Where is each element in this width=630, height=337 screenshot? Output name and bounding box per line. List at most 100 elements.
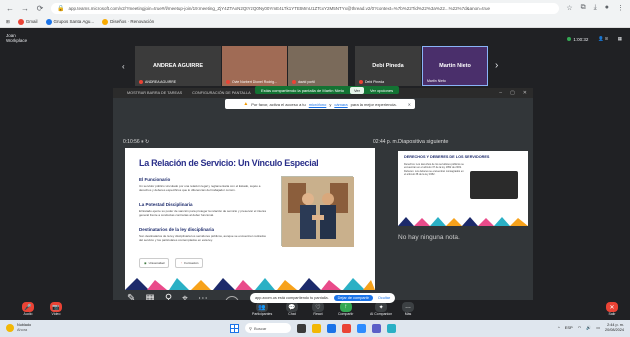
audio-button[interactable]: 🎤 Audio [22,302,34,316]
meeting-title: Joan Workplace [6,33,28,43]
react-button[interactable]: ♡ React [312,302,324,316]
ai-companion-button[interactable]: ✦ AI Companion [370,302,392,316]
edge-icon[interactable] [327,323,336,333]
heart-icon: ♡ [312,302,324,312]
profile-icon[interactable]: ● [605,4,609,12]
bookmark-item[interactable]: Grupos Santa Agu... [45,18,94,25]
leave-icon: ✕ [606,302,618,312]
volume-icon[interactable]: 🔊 [586,325,591,330]
participant-strip: ‹ ANDREA AGUIRRE ANDREA AGUIRRE Ovie Nor… [0,46,630,86]
wifi-icon[interactable]: ◠ [578,325,582,330]
download-icon[interactable]: ⤓ [594,4,597,12]
more-button[interactable]: … Más [402,302,414,316]
leave-button[interactable]: ✕ Salir [606,302,618,316]
sparkle-icon: ✦ [375,302,388,312]
store-icon[interactable] [387,323,396,333]
chat-button[interactable]: 💬 Chat [286,302,298,316]
camera-icon: 📷 [50,302,62,312]
meeting-status: 1:00:32 👤 8 ▦ [567,36,622,42]
presenter-menu-item[interactable]: CONFIGURACIÓN DE PANTALLA [192,91,251,95]
taskbar-clock[interactable]: 2:44 p. m. 20/08/2024 [605,323,624,332]
windows-start-icon[interactable] [230,323,239,333]
share-icon: ↑ [339,302,352,312]
video-button[interactable]: 📷 Video [50,302,62,316]
back-icon[interactable]: ← [6,4,14,13]
no-notes-text: No hay ninguna nota. [398,234,460,241]
presenter-menu-item[interactable]: MOSTRAR BARRA DE TAREAS [127,91,182,95]
tray-chevron-icon[interactable]: ^ [558,325,560,330]
apps-icon[interactable]: ⊞ [6,19,10,25]
meeting-window: Joan Workplace 1:00:32 👤 8 ▦ ‹ ANDREA AG… [0,28,630,325]
bookmark-item[interactable]: Diseños · Renovación [102,18,154,25]
permission-notice: ▲ Por favor, activa el acceso a tu micró… [225,99,415,109]
battery-icon[interactable]: ▭ [596,325,600,330]
reload-icon[interactable]: ⟳ [36,4,44,13]
participants-button[interactable]: 👥 Participantes [252,302,272,316]
more-icon: … [402,302,414,312]
lang-indicator[interactable]: ESP [565,325,573,330]
extensions-icon[interactable]: ⧉ [581,4,586,12]
participant-tile[interactable]: Ovie Norbert Dionel Rodrig... [222,46,287,86]
grid-icon[interactable]: ▦ [618,36,622,42]
taskbar-search[interactable]: ⚲ Buscar [245,323,291,333]
stop-sharing-button[interactable]: Dejar de compartir [333,295,373,301]
url-bar[interactable]: 🔒 app.teams.microsoft.com/v2/?meetingjoi… [51,2,560,14]
task-view-icon[interactable] [297,323,306,333]
mic-off-icon [292,80,296,84]
slide-body: Son destinatarios de la ley disciplinari… [139,234,266,242]
screen-share-toast: app.zoom.us está compartiendo tu pantall… [250,293,396,303]
strip-next-icon[interactable]: › [495,60,498,71]
mic-off-icon [359,80,363,84]
menu-icon[interactable]: ⋮ [617,4,624,12]
search-icon: ⚲ [249,325,252,331]
address-row: ← → ⟳ 🔒 app.teams.microsoft.com/v2/?meet… [0,0,630,16]
people-count[interactable]: 👤 8 [598,36,607,42]
sun-icon [6,323,14,332]
next-slide-thumbnail[interactable]: DERECHOS Y DEBERES DE LOS SERVIDORES Der… [398,151,528,226]
hide-toast-button[interactable]: Ocultar [378,296,390,300]
slide-logos: ◉ Universidad ◔ Formación [139,258,204,268]
shared-screen: MOSTRAR BARRA DE TAREAS CONFIGURACIÓN DE… [113,88,533,313]
weather-widget[interactable]: Nublado Ahora [6,323,31,332]
slide-illustration [281,176,354,247]
participant-tile[interactable]: Martin Nieto Martin Nieto [422,46,488,86]
participant-tile[interactable]: Debi Pineda Debi Pineda [355,46,421,86]
view-button[interactable]: Ver [349,86,364,94]
star-icon[interactable]: ☆ [566,4,572,12]
mic-icon: 🎤 [22,302,34,312]
microphone-link[interactable]: micrófono [309,102,327,107]
file-explorer-icon[interactable] [312,323,321,333]
browser-actions: ☆ ⧉ ⤓ ● ⋮ [566,4,624,12]
participants-icon: 👥 [256,302,269,312]
maximize-icon[interactable]: ▢ [510,90,515,96]
slide-title: La Relación de Servicio: Un Vínculo Espe… [139,158,319,168]
teams-icon[interactable] [372,323,381,333]
slide-decoration [125,276,375,290]
zoom-app-icon[interactable] [357,323,366,333]
participant-tile[interactable]: ANDREA AGUIRRE ANDREA AGUIRRE [135,46,221,86]
share-button[interactable]: ↑ Compartir [338,302,353,316]
thumb-decoration [398,217,528,226]
formation-logo: ◔ Formación [175,258,204,268]
current-slide: La Relación de Servicio: Un Vínculo Espe… [125,148,375,290]
warning-icon: ▲ [243,101,249,107]
chat-icon: 💬 [286,302,298,312]
close-icon[interactable]: ✕ [523,90,527,96]
bookmarks-bar: ⊞ Gmail Grupos Santa Agu... Diseños · Re… [0,16,630,28]
view-options-button[interactable]: Ver opciones [370,88,393,93]
windows-taskbar: Nublado Ahora ⚲ Buscar ^ ESP ◠ 🔊 ▭ 2:44 p.… [0,320,630,337]
browser-chrome: ← → ⟳ 🔒 app.teams.microsoft.com/v2/?meet… [0,0,630,28]
forward-icon[interactable]: → [21,4,29,13]
presenter-timer: 0:10:56 ⏸ ↻ [123,139,150,145]
camera-link[interactable]: cámara [334,102,347,107]
close-icon[interactable]: ✕ [408,102,411,107]
url-text: app.teams.microsoft.com/v2/?meetingjoin=… [68,5,491,11]
participant-tile[interactable]: david portil [288,46,348,86]
slide-body: Un servidor público vinculado por una re… [139,184,261,192]
strip-prev-icon[interactable]: ‹ [122,62,125,71]
mic-off-icon [139,80,143,84]
minimize-icon[interactable]: – [499,90,502,96]
bookmark-item[interactable]: Gmail [17,18,38,25]
university-logo: ◉ Universidad [139,258,170,268]
chrome-icon[interactable] [342,323,351,333]
